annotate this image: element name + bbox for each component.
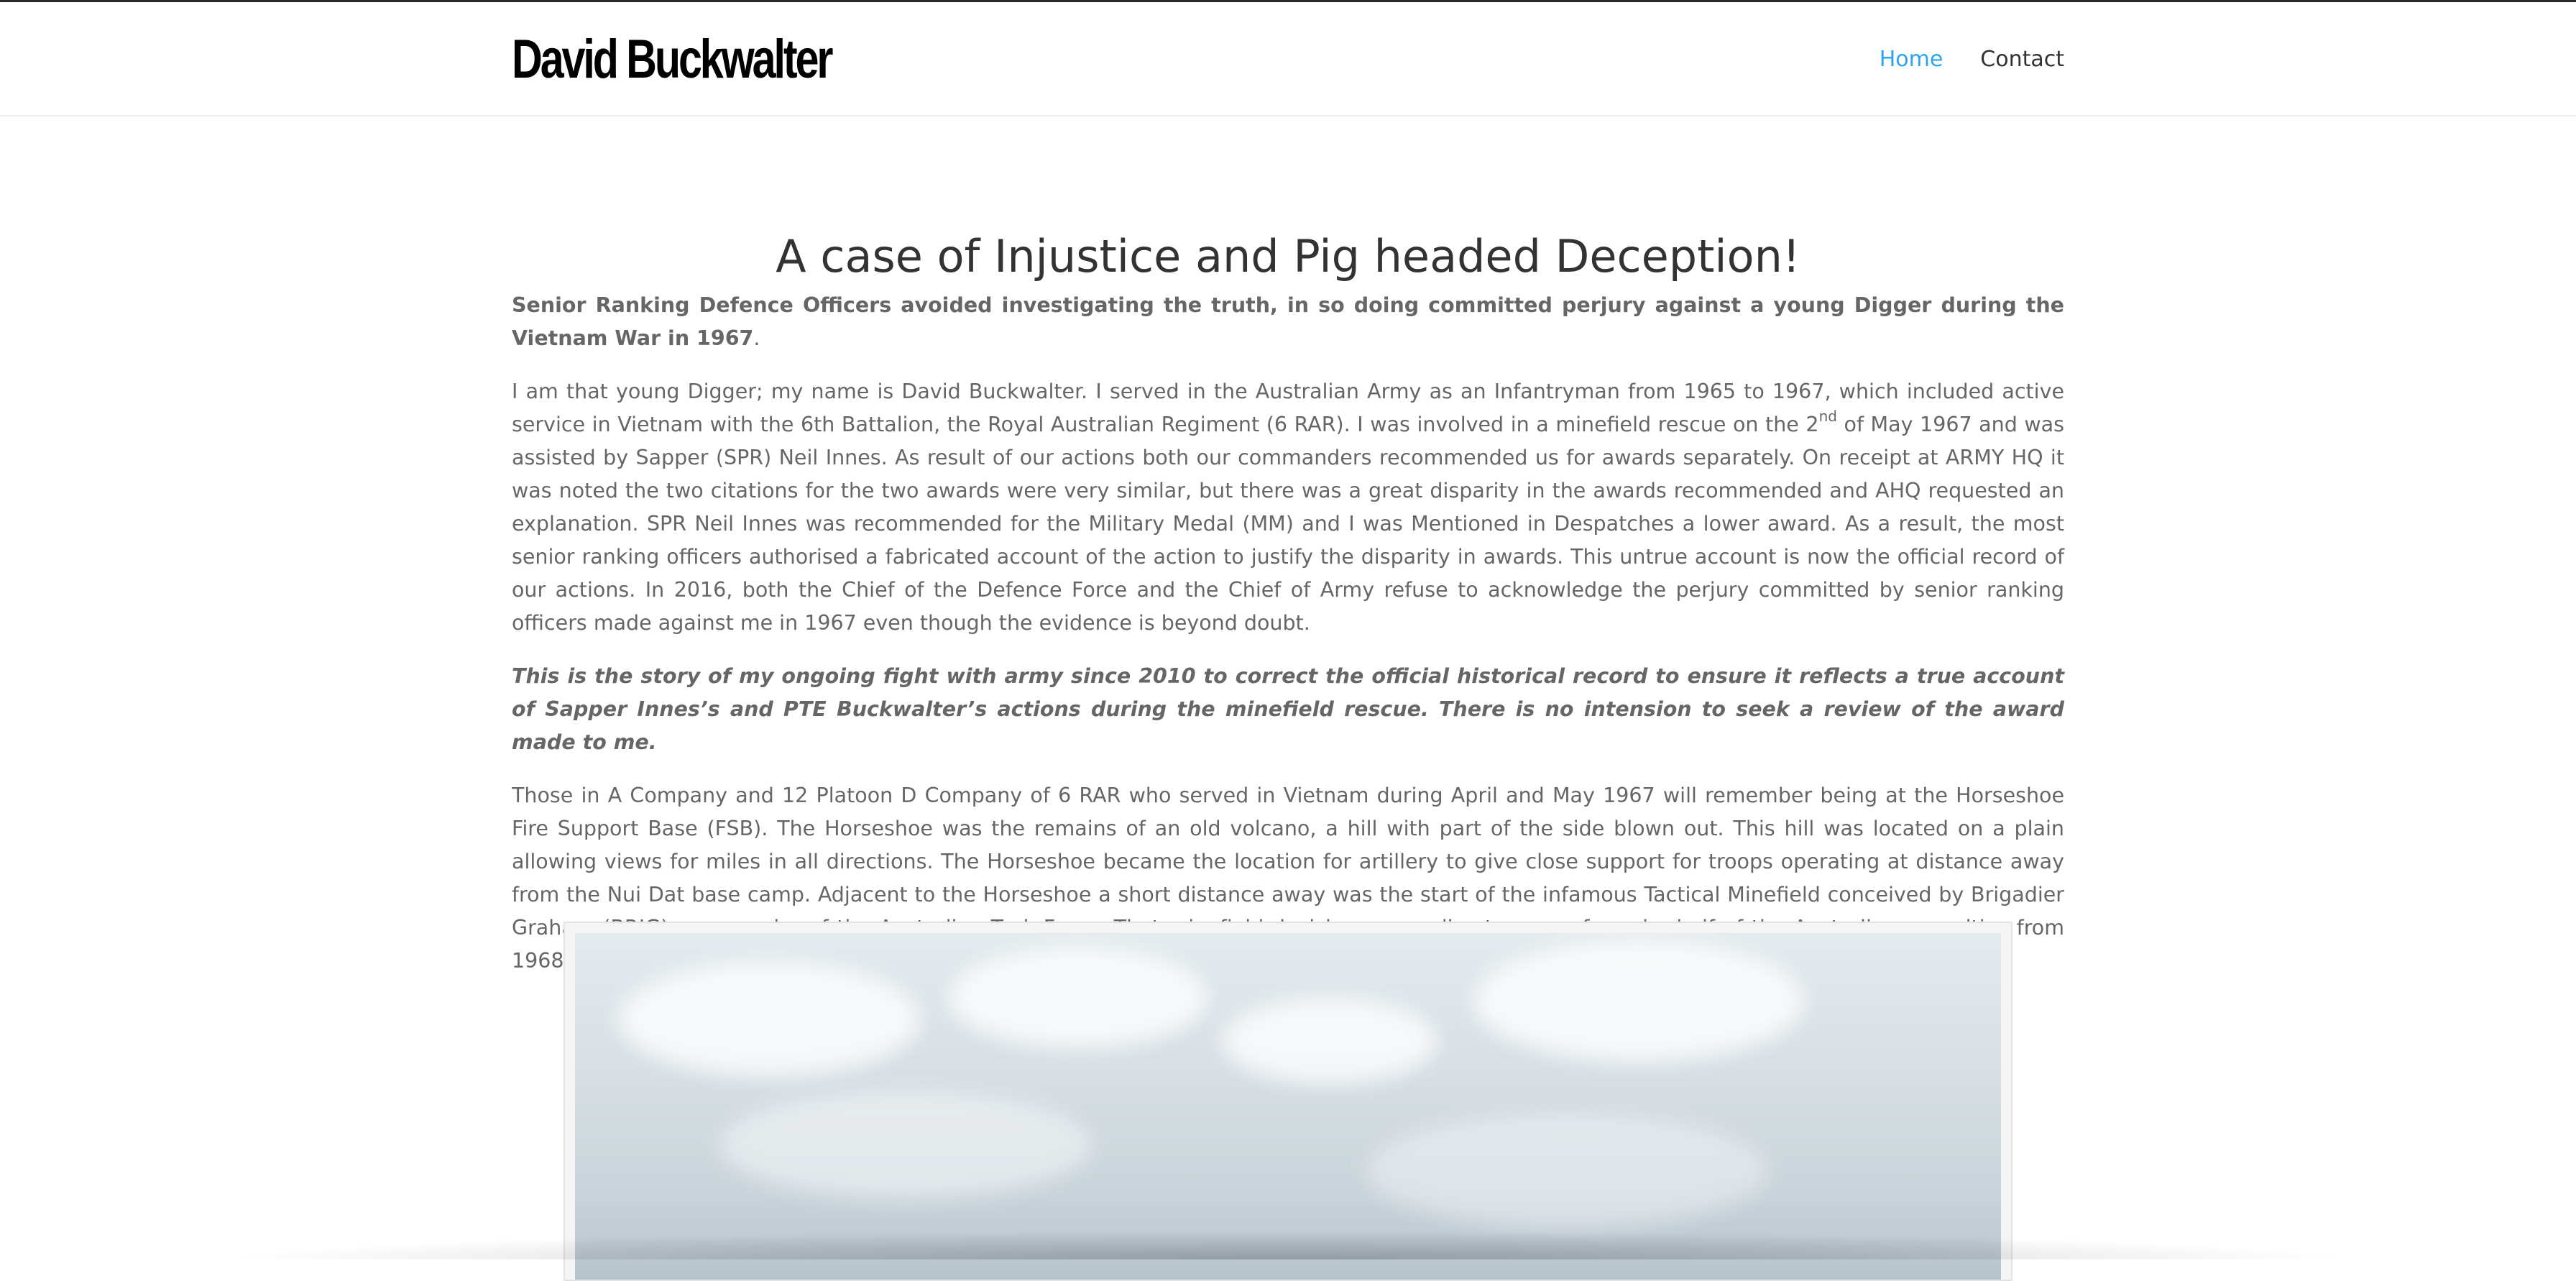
cloud-shape <box>949 947 1208 1048</box>
cloud-shape <box>1366 1113 1768 1228</box>
site-header: David Buckwalter Home Contact <box>0 2 2576 116</box>
nav-home-link[interactable]: Home <box>1880 44 1944 75</box>
lead-paragraph: Senior Ranking Defence Officers avoided … <box>512 289 2064 355</box>
cloud-shape <box>618 962 920 1077</box>
page-title: A case of Injustice and Pig headed Decep… <box>776 230 1800 283</box>
main-nav: Home Contact <box>1880 44 2064 75</box>
ordinal-suffix: nd <box>1818 408 1837 425</box>
cloud-shape <box>1222 998 1438 1084</box>
intro-paragraph: I am that young Digger; my name is David… <box>512 375 2064 640</box>
cloud-shape <box>719 1091 1092 1199</box>
story-statement-paragraph: This is the story of my ongoing fight wi… <box>512 664 2064 754</box>
landscape-photo <box>575 933 2001 1280</box>
site-logo[interactable]: David Buckwalter <box>512 24 833 96</box>
lead-text: Senior Ranking Defence Officers avoided … <box>512 293 2064 350</box>
nav-contact-link[interactable]: Contact <box>1980 44 2064 75</box>
lead-period: . <box>753 326 760 350</box>
article-body: Senior Ranking Defence Officers avoided … <box>512 289 2064 998</box>
photo-frame <box>564 922 2012 1281</box>
cloud-shape <box>1473 940 1804 1062</box>
intro-text-part2: of May 1967 and was assisted by Sapper (… <box>512 413 2064 635</box>
